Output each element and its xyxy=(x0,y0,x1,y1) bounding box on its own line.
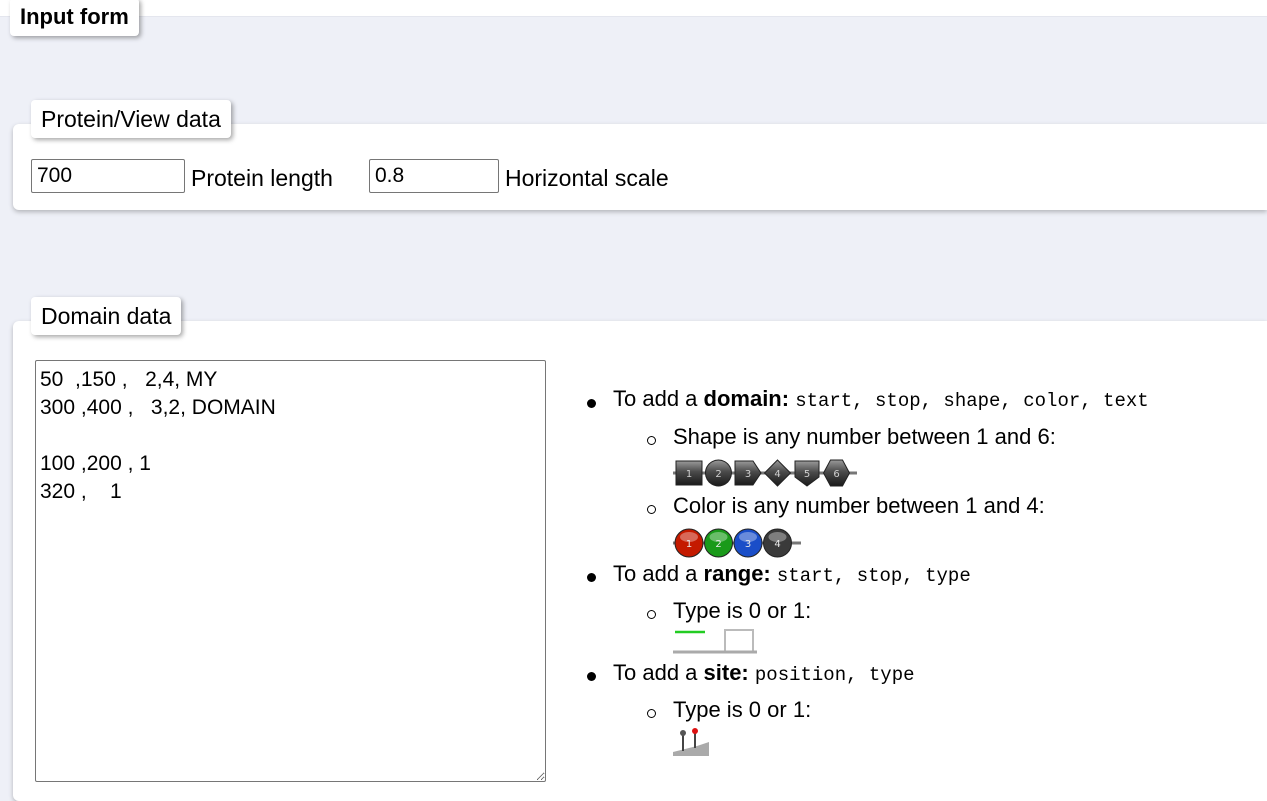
svg-text:2: 2 xyxy=(715,469,721,480)
svg-text:2: 2 xyxy=(715,539,721,550)
help-range: To add a range: start, stop, type xyxy=(613,561,971,587)
shape-note: Shape is any number between 1 and 6: xyxy=(673,424,1056,449)
input-form-title: Input form xyxy=(10,0,139,36)
color-2-icon: 2 xyxy=(704,528,733,558)
help-site-fields: position, type xyxy=(754,664,915,686)
bullet-icon xyxy=(587,573,596,582)
sub-bullet-icon xyxy=(647,610,656,619)
color-icons: 1 2 3 4 xyxy=(673,528,801,558)
shape-3-icon: 3 xyxy=(734,460,762,486)
horizontal-scale-input[interactable] xyxy=(369,159,499,193)
shape-6-icon: 6 xyxy=(822,459,851,487)
sub-bullet-icon xyxy=(647,436,656,445)
range-type-icons xyxy=(673,629,757,654)
svg-text:6: 6 xyxy=(833,469,839,480)
protein-length-label: Protein length xyxy=(191,165,333,191)
svg-text:1: 1 xyxy=(686,539,692,550)
site-type-icons xyxy=(673,728,709,756)
bullet-icon xyxy=(587,399,596,408)
help-domain-keyword: domain: xyxy=(703,386,790,411)
help-domain-fields: start, stop, shape, color, text xyxy=(795,390,1149,412)
protein-length-input[interactable] xyxy=(31,159,185,193)
range-type-1-icon xyxy=(724,629,754,653)
color-4-icon: 4 xyxy=(763,528,792,558)
shape-4-icon: 4 xyxy=(763,459,792,487)
color-3-icon: 3 xyxy=(733,528,763,558)
horizontal-scale-label: Horizontal scale xyxy=(505,165,669,191)
help-site: To add a site: position, type xyxy=(613,660,915,686)
color-note: Color is any number between 1 and 4: xyxy=(673,493,1045,518)
svg-text:3: 3 xyxy=(745,469,751,480)
range-note: Type is 0 or 1: xyxy=(673,598,812,623)
color-1-icon: 1 xyxy=(674,528,704,558)
svg-text:4: 4 xyxy=(774,539,780,550)
shape-1-icon: 1 xyxy=(675,460,703,486)
top-band xyxy=(0,0,1267,17)
sub-bullet-icon xyxy=(647,505,656,514)
shape-2-icon: 2 xyxy=(704,459,732,487)
help-site-prefix: To add a xyxy=(613,660,704,685)
domain-data-textarea[interactable] xyxy=(35,360,546,782)
svg-text:1: 1 xyxy=(686,469,692,480)
shape-icons: 1 2 3 4 5 6 xyxy=(673,459,857,487)
help-domain-prefix: To add a xyxy=(613,386,704,411)
site-note: Type is 0 or 1: xyxy=(673,697,812,722)
domain-data-title: Domain data xyxy=(31,297,182,335)
svg-text:3: 3 xyxy=(745,539,751,550)
sub-bullet-icon xyxy=(647,709,656,718)
help-range-keyword: range: xyxy=(703,561,771,586)
help-site-keyword: site: xyxy=(703,660,749,685)
help-domain: To add a domain: start, stop, shape, col… xyxy=(613,386,1149,412)
shape-5-icon: 5 xyxy=(794,460,820,487)
help-range-prefix: To add a xyxy=(613,561,704,586)
protein-view-title: Protein/View data xyxy=(31,100,231,138)
svg-text:5: 5 xyxy=(804,469,810,480)
bullet-icon xyxy=(587,672,596,681)
svg-text:4: 4 xyxy=(774,469,780,480)
help-range-fields: start, stop, type xyxy=(776,565,971,587)
